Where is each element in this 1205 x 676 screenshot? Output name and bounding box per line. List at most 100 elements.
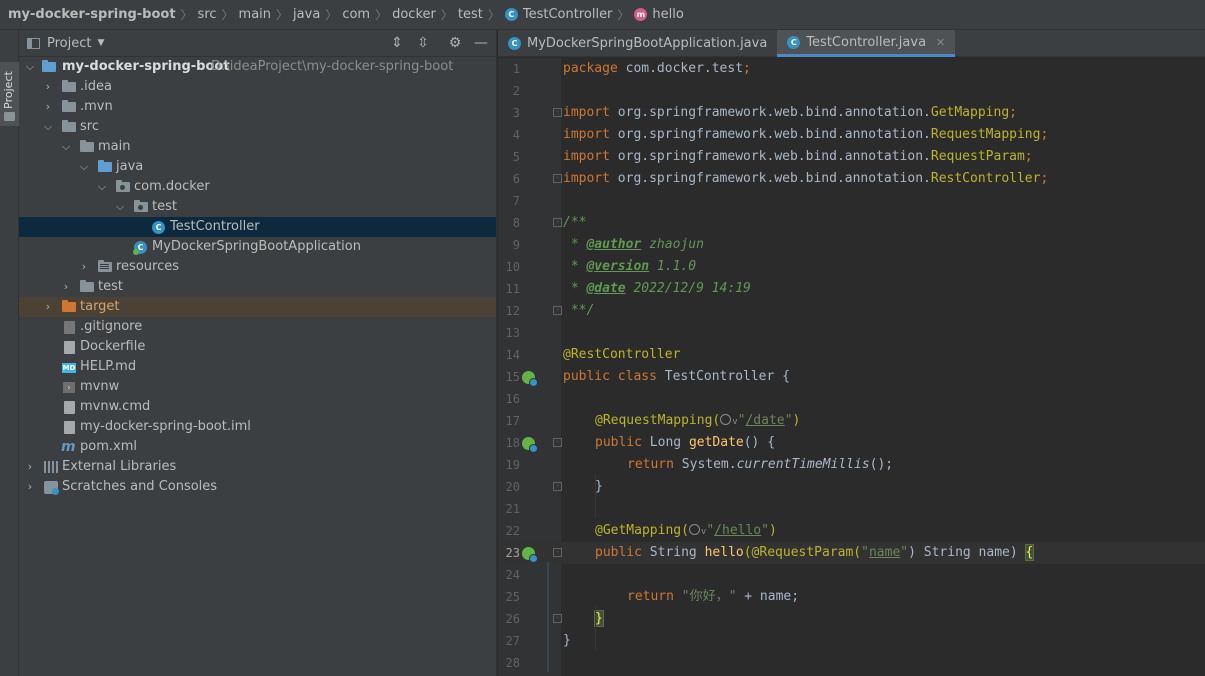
expand-all-icon[interactable]: ⇕ bbox=[390, 35, 404, 51]
tree-item-resources[interactable]: › resources bbox=[19, 257, 496, 277]
spring-mapping-icon[interactable] bbox=[522, 437, 538, 453]
tree-item-com-docker[interactable]: ⌵ com.docker bbox=[19, 177, 496, 197]
tab-application[interactable]: C MyDockerSpringBootApplication.java bbox=[498, 30, 777, 57]
tree-item-java[interactable]: ⌵ java bbox=[19, 157, 496, 177]
code-area[interactable]: 1 package com.docker.test; 2 3- import org… bbox=[498, 58, 1205, 674]
breadcrumb-docker[interactable]: docker bbox=[392, 7, 436, 22]
breadcrumb-main[interactable]: main bbox=[239, 7, 271, 22]
chevron-right-icon[interactable]: › bbox=[25, 457, 35, 477]
project-panel-title[interactable]: Project bbox=[47, 36, 91, 51]
code-text: return "你好，" + name; bbox=[627, 586, 799, 608]
chevron-down-icon[interactable]: ⌵ bbox=[61, 137, 71, 157]
breadcrumb-com[interactable]: com bbox=[342, 7, 370, 22]
globe-icon[interactable] bbox=[688, 524, 700, 535]
hide-icon[interactable]: — bbox=[474, 35, 488, 51]
fold-icon[interactable]: - bbox=[553, 548, 562, 557]
tree-item-idea[interactable]: › .idea bbox=[19, 77, 496, 97]
gear-icon[interactable]: ⚙ bbox=[448, 35, 462, 51]
line-number: 8 bbox=[512, 216, 520, 230]
tree-item-scratches[interactable]: › Scratches and Consoles bbox=[19, 477, 496, 497]
tree-item-mvnw-cmd[interactable]: mvnw.cmd bbox=[19, 397, 496, 417]
tree-root[interactable]: ⌵ my-docker-spring-boot D:\ideaProject\m… bbox=[19, 57, 496, 77]
tab-testcontroller[interactable]: C TestController.java ✕ bbox=[777, 30, 956, 57]
tree-item-mvnw[interactable]: › mvnw bbox=[19, 377, 496, 397]
maven-icon: m bbox=[61, 439, 76, 455]
tree-item-pom[interactable]: m pom.xml bbox=[19, 437, 496, 457]
chevron-right-icon[interactable]: › bbox=[61, 277, 71, 297]
breadcrumb-test[interactable]: test bbox=[458, 7, 483, 22]
chevron-right-icon[interactable]: › bbox=[43, 77, 53, 97]
globe-icon[interactable] bbox=[720, 414, 732, 425]
code-line: 14 @RestController bbox=[498, 344, 1205, 366]
line-number: 2 bbox=[512, 84, 520, 98]
close-icon[interactable]: ✕ bbox=[936, 36, 945, 49]
tree-item-testcontroller[interactable]: C TestController bbox=[19, 217, 496, 237]
fold-icon[interactable]: - bbox=[553, 614, 562, 623]
tree-item-label: .mvn bbox=[80, 99, 113, 114]
tree-item-test-package[interactable]: ⌵ test bbox=[19, 197, 496, 217]
code-line: 12 - **/ bbox=[498, 300, 1205, 322]
keyword: package bbox=[563, 61, 618, 76]
fold-icon[interactable]: - bbox=[553, 108, 562, 117]
tree-item-help-md[interactable]: MD HELP.md bbox=[19, 357, 496, 377]
tree-item-label: main bbox=[98, 139, 131, 154]
tree-item-dockerfile[interactable]: Dockerfile bbox=[19, 337, 496, 357]
breadcrumb-java[interactable]: java bbox=[293, 7, 320, 22]
fold-icon[interactable]: - bbox=[553, 306, 562, 315]
spring-bean-icon[interactable] bbox=[522, 371, 538, 387]
tree-item-application[interactable]: C MyDockerSpringBootApplication bbox=[19, 237, 496, 257]
chevron-right-icon[interactable]: › bbox=[43, 297, 53, 317]
line-number: 20 bbox=[505, 480, 520, 494]
chevron-right-icon: 〉 bbox=[617, 8, 630, 22]
tree-item-src[interactable]: ⌵ src bbox=[19, 117, 496, 137]
code-text: } bbox=[595, 479, 603, 494]
fold-icon[interactable]: - bbox=[553, 174, 562, 183]
identifier: ) String name) bbox=[908, 545, 1026, 560]
breadcrumb-method[interactable]: hello bbox=[652, 7, 683, 22]
chevron-down-icon[interactable]: ⌵ bbox=[25, 57, 35, 77]
chevron-right-icon[interactable]: › bbox=[79, 257, 89, 277]
code-line: 4 import org.springframework.web.bind.ann… bbox=[498, 124, 1205, 146]
breadcrumb-project[interactable]: my-docker-spring-boot bbox=[8, 7, 176, 22]
chevron-down-icon[interactable]: ▼ bbox=[97, 38, 104, 48]
code-line: 11 * @date 2022/12/9 14:19 bbox=[498, 278, 1205, 300]
tree-item-mvn[interactable]: › .mvn bbox=[19, 97, 496, 117]
tree-item-external-libraries[interactable]: › External Libraries bbox=[19, 457, 496, 477]
project-panel-tools: ⇕ ⇳ ⚙ — bbox=[390, 35, 488, 51]
fold-icon[interactable]: - bbox=[553, 482, 562, 491]
spring-mapping-icon[interactable] bbox=[522, 547, 538, 563]
breadcrumb-class[interactable]: TestController bbox=[523, 7, 613, 22]
chevron-down-icon[interactable]: ⌵ bbox=[79, 157, 89, 177]
chevron-down-icon[interactable]: ⌵ bbox=[43, 117, 53, 137]
chevron-right-icon[interactable]: › bbox=[25, 477, 35, 497]
identifier: GetMapping bbox=[930, 105, 1010, 120]
tree-item-test[interactable]: › test bbox=[19, 277, 496, 297]
breadcrumb-src[interactable]: src bbox=[198, 7, 217, 22]
doc-value: 1.1.0 bbox=[649, 259, 697, 274]
tree-item-main[interactable]: ⌵ main bbox=[19, 137, 496, 157]
keyword: public bbox=[595, 545, 642, 560]
spring-boot-class-icon: C bbox=[508, 37, 521, 50]
code-line: 22 @GetMapping(v"/hello") bbox=[498, 520, 1205, 542]
chevron-right-icon[interactable]: › bbox=[43, 97, 53, 117]
code-text: public Long getDate() { bbox=[595, 432, 775, 454]
identifier: com.docker.test bbox=[617, 61, 744, 76]
class-icon: C bbox=[787, 35, 801, 49]
punct: ; bbox=[1024, 149, 1033, 164]
chevron-right-icon: 〉 bbox=[375, 8, 388, 22]
vcs-change-marker[interactable] bbox=[547, 562, 549, 672]
chevron-down-icon[interactable]: ⌵ bbox=[97, 177, 107, 197]
tree-item-target[interactable]: › target bbox=[19, 297, 496, 317]
chevron-down-icon[interactable]: ⌵ bbox=[115, 197, 125, 217]
fold-icon[interactable]: - bbox=[553, 218, 562, 227]
collapse-all-icon[interactable]: ⇳ bbox=[416, 35, 430, 51]
code-text: import org.springframework.web.bind.anno… bbox=[563, 168, 1048, 190]
code-line: 18 - public Long getDate() { bbox=[498, 432, 1205, 454]
text-file-icon bbox=[64, 401, 75, 414]
line-number: 3 bbox=[512, 106, 520, 120]
tree-item-gitignore[interactable]: .gitignore bbox=[19, 317, 496, 337]
chevron-right-icon: 〉 bbox=[276, 8, 289, 22]
tree-item-iml[interactable]: my-docker-spring-boot.iml bbox=[19, 417, 496, 437]
fold-icon[interactable]: - bbox=[553, 438, 562, 447]
